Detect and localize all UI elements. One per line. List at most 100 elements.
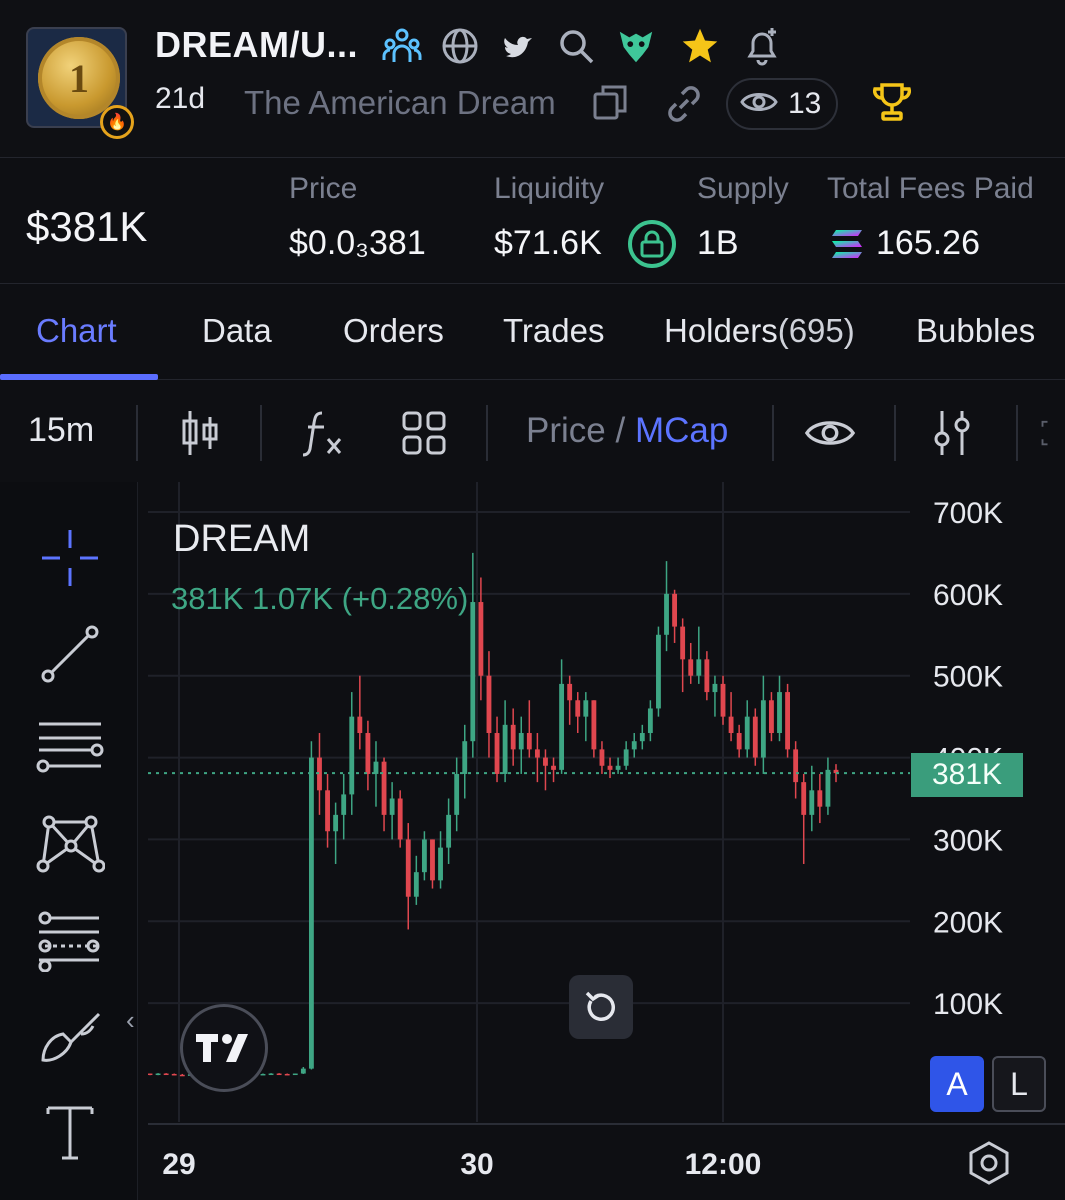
toolbar-divider: [136, 405, 138, 461]
y-axis-tick-label: 200K: [933, 906, 1003, 939]
auto-scale-button[interactable]: A: [930, 1056, 984, 1112]
link-icon[interactable]: [662, 82, 706, 126]
brush-tool-icon[interactable]: [30, 996, 110, 1076]
token-age: 21d: [155, 82, 206, 115]
y-axis-tick-label: 700K: [933, 497, 1003, 530]
candle-body: [381, 761, 387, 815]
chart-settings-gear-icon[interactable]: [966, 1140, 1012, 1186]
chart-toolbar: 15m Price / MCap: [0, 381, 1065, 481]
candle-body: [510, 724, 516, 750]
crosshair-icon[interactable]: [30, 518, 110, 598]
chart-ohlc-legend: 381K 1.07K (+0.28%): [171, 581, 469, 616]
candle-body: [760, 700, 766, 758]
candle-body: [720, 683, 726, 717]
candle-body: [357, 716, 363, 734]
text-tool-icon[interactable]: [30, 1092, 110, 1172]
tradingview-logo-icon[interactable]: [180, 1004, 268, 1092]
candle-body: [680, 626, 686, 660]
reset-chart-button[interactable]: [569, 975, 633, 1039]
pattern-tool-icon[interactable]: [30, 802, 110, 882]
candle-body: [534, 749, 540, 758]
tab-orders[interactable]: Orders: [343, 312, 444, 350]
tab-trades[interactable]: Trades: [503, 312, 604, 350]
fullscreen-icon[interactable]: [1040, 407, 1065, 459]
candle-body: [405, 839, 411, 897]
fees-label: Total Fees Paid: [827, 172, 1034, 205]
search-icon[interactable]: [556, 26, 596, 66]
candle-body: [470, 602, 476, 742]
candle-body: [696, 659, 702, 676]
y-axis-tick-label: 500K: [933, 661, 1003, 694]
indicators-fx-icon[interactable]: [296, 407, 348, 459]
eye-icon: [740, 88, 778, 121]
token-full-name: The American Dream: [244, 84, 556, 121]
eagle-icon[interactable]: [616, 26, 656, 66]
section-tabs: Chart Data Orders Trades Holders(695) Bu…: [0, 284, 1065, 380]
candle-body: [526, 733, 532, 750]
candle-body: [373, 761, 379, 774]
candle-body: [462, 741, 468, 774]
candle-body: [421, 839, 427, 873]
trend-line-icon[interactable]: [30, 614, 110, 694]
trophy-icon[interactable]: [870, 80, 914, 124]
mcap-toggle-option[interactable]: MCap: [635, 411, 728, 450]
tab-holders[interactable]: Holders(695): [664, 312, 855, 350]
layout-grid-icon[interactable]: [398, 407, 450, 459]
y-axis-tick-label: 600K: [933, 579, 1003, 612]
tab-data[interactable]: Data: [202, 312, 272, 350]
candle-body: [478, 602, 484, 676]
candle-body: [752, 716, 758, 758]
candle-body: [688, 659, 694, 676]
liquidity-lock-icon[interactable]: [628, 220, 676, 268]
price-mcap-toggle[interactable]: Price / MCap: [526, 411, 728, 451]
x-axis-tick-label: 12:00: [685, 1148, 762, 1181]
launchpad-badge-icon: 🔥: [100, 105, 134, 139]
horizontal-lines-icon[interactable]: [30, 708, 110, 788]
twitter-bird-icon[interactable]: [498, 26, 538, 66]
price-toggle-option[interactable]: Price: [526, 411, 606, 450]
candle-body: [397, 798, 403, 840]
globe-icon[interactable]: [440, 26, 480, 66]
supply-value: 1B: [697, 224, 739, 262]
candle-body: [292, 1073, 298, 1076]
candle-body: [276, 1073, 282, 1076]
candle-body: [647, 708, 653, 734]
candle-body: [785, 692, 790, 750]
toolbar-divider: [260, 405, 262, 461]
candle-body: [559, 683, 565, 770]
collapse-toolbar-chevron-icon[interactable]: ‹: [126, 1005, 135, 1036]
toolbar-divider: [1016, 405, 1018, 461]
interval-selector[interactable]: 15m: [28, 411, 94, 450]
log-scale-button[interactable]: L: [992, 1056, 1046, 1112]
community-icon[interactable]: [382, 26, 422, 66]
fees-value: 165.26: [876, 224, 980, 262]
candle-body: [712, 683, 718, 693]
eye-icon[interactable]: [804, 407, 856, 459]
candle-body: [430, 839, 435, 881]
candle-body: [607, 765, 613, 770]
liquidity-value: $71.6K: [494, 224, 602, 262]
chart-settings-sliders-icon[interactable]: [926, 407, 978, 459]
candle-body: [438, 847, 443, 881]
watchlist-count-pill[interactable]: 13: [726, 78, 838, 130]
tab-bubbles[interactable]: Bubbles: [916, 312, 1035, 350]
copy-icon[interactable]: [590, 82, 630, 122]
star-icon[interactable]: [680, 26, 720, 66]
tab-chart[interactable]: Chart: [36, 312, 117, 350]
candle-body: [623, 749, 629, 766]
token-ticker[interactable]: DREAM/U...: [155, 24, 358, 66]
alert-bell-icon[interactable]: [742, 26, 782, 66]
supply-label: Supply: [697, 172, 789, 205]
toggle-separator: /: [605, 411, 635, 450]
candle-body: [575, 700, 581, 717]
active-tab-indicator: [0, 374, 158, 380]
candle-body: [672, 593, 678, 627]
candle-body: [494, 733, 500, 774]
fib-retracement-icon[interactable]: [30, 900, 110, 980]
candle-body: [163, 1073, 169, 1076]
candle-body: [599, 749, 605, 766]
candle-body: [543, 757, 548, 766]
candle-body: [171, 1073, 177, 1076]
candle-body: [300, 1068, 306, 1074]
candlestick-type-icon[interactable]: [174, 407, 226, 459]
